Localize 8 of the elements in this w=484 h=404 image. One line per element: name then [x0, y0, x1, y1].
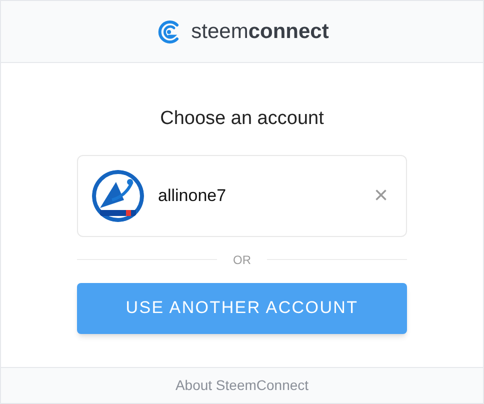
about-link[interactable]: About SteemConnect	[175, 375, 309, 396]
account-name: allinone7	[158, 184, 228, 207]
account-card[interactable]: allinone7 ×	[77, 154, 407, 236]
page-title: Choose an account	[160, 107, 324, 131]
use-another-account-button[interactable]: USE ANOTHER ACCOUNT	[77, 282, 407, 334]
brand-name: steemconnect	[191, 18, 329, 45]
divider-label: OR	[233, 252, 251, 268]
remove-button[interactable]: ×	[370, 184, 392, 208]
